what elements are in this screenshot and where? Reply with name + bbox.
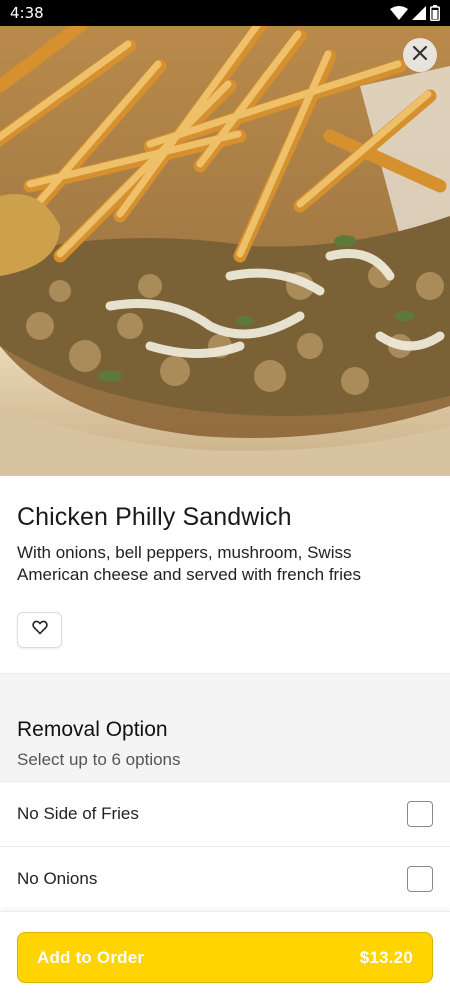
item-details: Chicken Philly Sandwich With onions, bel… [0, 476, 450, 648]
close-button[interactable] [403, 38, 437, 72]
status-icons [390, 5, 440, 21]
heart-icon [31, 620, 48, 640]
add-to-order-label: Add to Order [37, 947, 145, 967]
sandwich-illustration [0, 26, 450, 476]
signal-icon [412, 6, 426, 20]
option-row[interactable]: No Onions [0, 846, 450, 911]
option-group-subtitle: Select up to 6 options [17, 750, 181, 769]
order-price: $13.20 [359, 947, 413, 967]
item-photo [0, 26, 450, 476]
option-label: No Onions [17, 869, 98, 888]
option-group-title: Removal Option [17, 718, 168, 741]
option-checkbox[interactable] [407, 866, 433, 892]
option-row[interactable]: No Side of Fries [0, 781, 450, 846]
status-bar: 4:38 [0, 0, 450, 26]
item-detail-screen: 4:38 Chicken Philly Sandwich With onions… [0, 0, 450, 1000]
option-checkbox[interactable] [407, 801, 433, 827]
item-title: Chicken Philly Sandwich [17, 503, 292, 531]
item-description: With onions, bell peppers, mushroom, Swi… [17, 543, 361, 584]
wifi-icon [390, 6, 408, 20]
option-label: No Side of Fries [17, 804, 139, 823]
add-to-order-button[interactable]: Add to Order $13.20 [17, 932, 433, 983]
order-footer: Add to Order $13.20 [0, 911, 450, 1000]
status-time: 4:38 [10, 4, 44, 22]
battery-icon [430, 5, 440, 21]
favorite-button[interactable] [17, 612, 62, 648]
close-icon [412, 45, 428, 65]
